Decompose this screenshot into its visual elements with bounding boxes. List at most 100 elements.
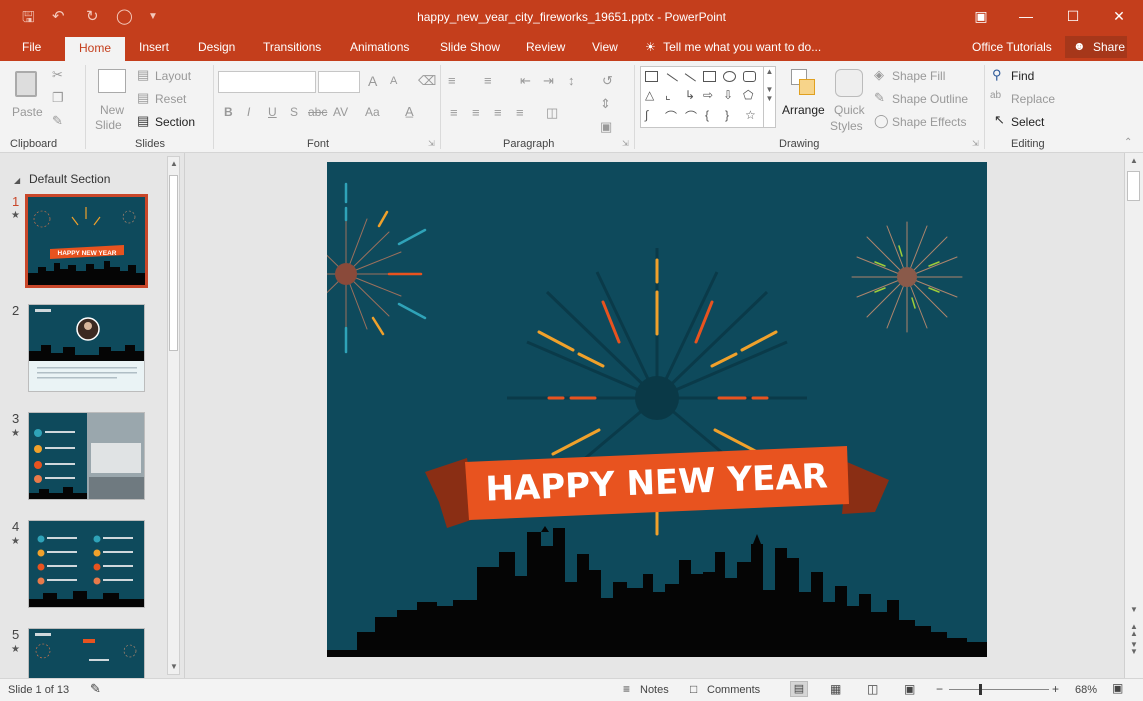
tell-me-box[interactable]: ☀ Tell me what you want to do... (645, 40, 821, 54)
section-button[interactable]: Section (155, 115, 195, 129)
align-center-icon[interactable]: ≡ (472, 105, 480, 120)
down-arrow-shape-icon[interactable]: ⇩ (723, 88, 736, 102)
text-direction-icon[interactable]: ↺ (602, 73, 613, 89)
tab-slide-show[interactable]: Slide Show (440, 40, 500, 54)
ribbon-display-icon[interactable]: ▣ (971, 6, 991, 26)
oval-shape-icon[interactable] (723, 71, 736, 82)
decrease-indent-icon[interactable]: ⇤ (520, 73, 531, 89)
tab-design[interactable]: Design (198, 40, 235, 54)
rounded-rect-shape-icon[interactable] (743, 71, 756, 82)
tab-insert[interactable]: Insert (139, 40, 169, 54)
slide-thumbnail-1[interactable]: HAPPY NEW YEAR (25, 194, 148, 288)
triangle-shape-icon[interactable]: △ (645, 88, 658, 102)
scroll-down-icon[interactable]: ▼ (170, 662, 178, 671)
collapse-ribbon-icon[interactable]: ⌃ (1124, 137, 1132, 148)
slide-scrollbar[interactable]: ▲ ▼ ▲ ▲ ▼ ▼ (1124, 153, 1143, 678)
scroll-down-icon[interactable]: ▼ (1130, 605, 1138, 614)
fit-to-window-icon[interactable]: ▣ (1112, 681, 1123, 695)
quick-styles-button[interactable]: Quick Styles (830, 65, 870, 137)
notes-button[interactable]: Notes (640, 684, 669, 696)
spell-check-icon[interactable]: ✎ (90, 681, 101, 697)
previous-slide-icon[interactable]: ▲ ▲ (1130, 623, 1138, 638)
zoom-slider[interactable] (949, 684, 1049, 695)
align-text-icon[interactable]: ⇕ (600, 96, 611, 112)
normal-view-icon[interactable]: ▤ (790, 681, 808, 697)
reset-button[interactable]: Reset (155, 92, 186, 106)
curve-shape-icon[interactable]: ⌒ (665, 110, 678, 124)
new-slide-button[interactable]: New Slide (94, 65, 130, 137)
collapse-section-icon[interactable]: ◢ (14, 176, 20, 185)
strikethrough-button[interactable]: abc (308, 105, 327, 119)
close-icon[interactable]: ✕ (1109, 6, 1129, 26)
zoom-in-icon[interactable]: + (1052, 682, 1059, 696)
cut-icon[interactable]: ✂ (52, 67, 63, 83)
shape-outline-button[interactable]: Shape Outline (892, 92, 968, 106)
scroll-up-icon[interactable]: ▲ (1130, 156, 1138, 165)
slide-thumbnail-4[interactable] (28, 520, 145, 608)
replace-button[interactable]: Replace (1011, 92, 1055, 106)
slide-sorter-icon[interactable]: ▦ (830, 682, 841, 696)
zoom-level[interactable]: 68% (1075, 684, 1097, 696)
shapes-gallery-scroll[interactable]: ▲ ▼ ▼ (763, 67, 775, 127)
select-button[interactable]: Select (1011, 115, 1044, 129)
arc-shape-icon[interactable]: ⌒ (685, 110, 698, 124)
tab-animations[interactable]: Animations (350, 40, 409, 54)
next-slide-icon[interactable]: ▼ ▼ (1130, 641, 1138, 656)
font-dialog-launcher-icon[interactable]: ⇲ (428, 139, 435, 148)
comments-button[interactable]: Comments (707, 684, 760, 696)
tab-review[interactable]: Review (526, 40, 565, 54)
tab-file[interactable]: File (22, 40, 41, 54)
grow-font-button[interactable]: A (368, 73, 377, 89)
change-case-button[interactable]: Aa (365, 105, 380, 119)
scroll-up-icon[interactable]: ▲ (170, 159, 178, 168)
share-button[interactable]: ☻ Share (1065, 36, 1127, 58)
zoom-out-icon[interactable]: − (936, 682, 943, 696)
tab-home[interactable]: Home (65, 37, 126, 61)
slide-show-icon[interactable]: ▣ (904, 682, 915, 696)
italic-button[interactable]: I (247, 105, 250, 119)
freeform-shape-icon[interactable]: ∫ (645, 108, 658, 122)
layout-button[interactable]: Layout (155, 69, 191, 83)
zoom-slider-thumb[interactable] (979, 684, 982, 695)
thumbnail-scrollbar[interactable]: ▲ ▼ (167, 156, 180, 675)
shapes-gallery[interactable]: △ ⌞ ↳ ⇨ ⇩ ⬠ ∫ ⌒ ⌒ { } ☆ ▲ ▼ ▼ (640, 66, 776, 128)
right-arrow-shape-icon[interactable]: ⇨ (703, 88, 716, 102)
thumbnail-scroll-thumb[interactable] (169, 175, 178, 351)
align-right-icon[interactable]: ≡ (494, 105, 502, 120)
font-family-combo[interactable] (218, 71, 316, 93)
copy-icon[interactable]: ❐ (52, 90, 64, 106)
shrink-font-button[interactable]: A (390, 75, 397, 87)
char-spacing-button[interactable]: AV (333, 105, 348, 119)
font-size-combo[interactable] (318, 71, 360, 93)
office-tutorials-link[interactable]: Office Tutorials (972, 40, 1052, 54)
star-shape-icon[interactable]: ☆ (745, 108, 758, 122)
drawing-dialog-launcher-icon[interactable]: ⇲ (972, 139, 979, 148)
bold-button[interactable]: B (224, 105, 233, 119)
paste-button[interactable]: Paste (10, 65, 44, 135)
line-spacing-icon[interactable]: ↕ (568, 73, 575, 88)
clear-format-icon[interactable]: ⌫ (418, 73, 436, 89)
columns-icon[interactable]: ◫ (546, 105, 558, 121)
tab-transitions[interactable]: Transitions (263, 40, 321, 54)
slide-thumbnail-5[interactable] (28, 628, 145, 678)
slide-thumbnail-3[interactable] (28, 412, 145, 500)
text-box-shape-icon[interactable] (645, 71, 658, 82)
underline-button[interactable]: U (268, 105, 277, 119)
left-brace-shape-icon[interactable]: { (705, 108, 718, 122)
maximize-icon[interactable]: ☐ (1063, 6, 1083, 26)
pentagon-shape-icon[interactable]: ⬠ (743, 88, 756, 102)
shape-effects-button[interactable]: Shape Effects (892, 115, 967, 129)
bullets-icon[interactable]: ≡ (448, 73, 456, 88)
tab-view[interactable]: View (592, 40, 618, 54)
justify-icon[interactable]: ≡ (516, 105, 524, 120)
find-button[interactable]: Find (1011, 69, 1034, 83)
rectangle-shape-icon[interactable] (703, 71, 716, 82)
align-left-icon[interactable]: ≡ (450, 105, 458, 120)
right-brace-shape-icon[interactable]: } (725, 108, 738, 122)
paragraph-dialog-launcher-icon[interactable]: ⇲ (622, 139, 629, 148)
arrange-button[interactable]: Arrange (781, 65, 827, 135)
format-painter-icon[interactable]: ✎ (52, 113, 63, 129)
elbow-arrow-icon[interactable]: ↳ (685, 88, 698, 102)
slide-thumbnail-2[interactable] (28, 304, 145, 392)
elbow-connector-icon[interactable]: ⌞ (665, 88, 678, 102)
